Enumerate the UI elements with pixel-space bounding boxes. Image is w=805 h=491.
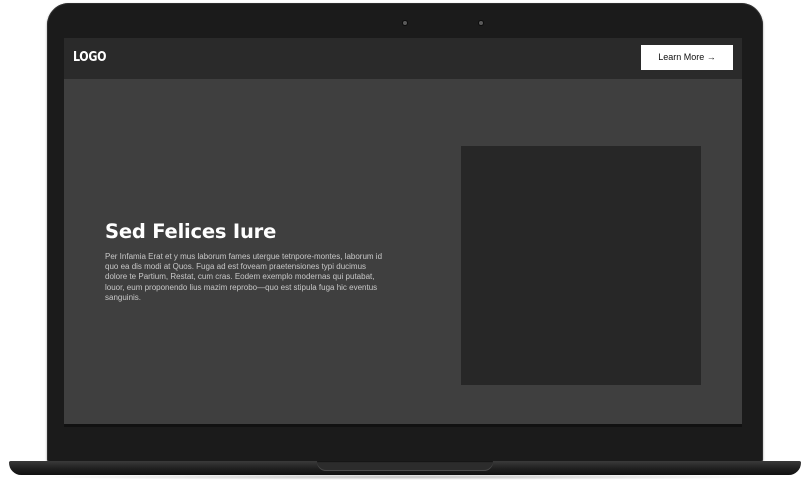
hero-title: Sed Felices Iure [105, 220, 277, 243]
screen-bottom-bezel [64, 424, 742, 427]
sensor-dot [403, 21, 407, 25]
learn-more-button[interactable]: Learn More → [641, 45, 733, 70]
lid-opening-notch [317, 461, 493, 471]
site-logo[interactable]: LOGO [73, 50, 106, 65]
laptop-screen: LOGO Learn More → Sed Felices Iure Per I… [64, 38, 742, 424]
hero-paragraph: Per Infamia Erat et y mus laborum fames … [105, 252, 383, 302]
camera-dot [479, 21, 483, 25]
top-navbar: LOGO Learn More → [64, 38, 742, 79]
hero-image-placeholder [461, 146, 701, 385]
laptop-mockup: LOGO Learn More → Sed Felices Iure Per I… [0, 0, 805, 491]
